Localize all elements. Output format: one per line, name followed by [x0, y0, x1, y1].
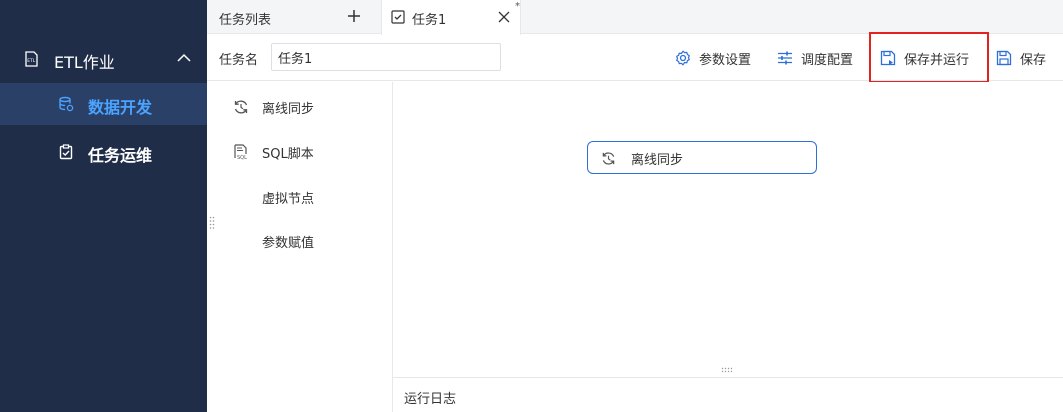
sidebar-item-label: 任务运维 — [88, 146, 153, 165]
etl-icon: ETL — [25, 51, 38, 67]
sidebar-item-data-dev[interactable]: 数据开发 — [0, 83, 207, 125]
sidebar-item-label: 数据开发 — [88, 98, 153, 117]
sliders-icon — [778, 51, 792, 65]
annotation-highlight-box — [869, 32, 989, 83]
run-log-label: 运行日志 — [404, 392, 457, 407]
node-palette: 离线同步 SQL SQL脚本 虚拟节点 参数赋值 — [207, 82, 393, 412]
sql-script-icon: SQL — [234, 144, 247, 160]
log-resize-handle[interactable] — [721, 367, 735, 373]
save-icon — [996, 50, 1012, 66]
clipboard-check-icon — [59, 144, 73, 160]
save-label: 保存 — [1020, 52, 1047, 68]
sync-icon — [234, 100, 248, 114]
palette-item-sql-script[interactable]: SQL SQL脚本 — [207, 137, 392, 167]
schedule-config-button[interactable]: 调度配置 — [777, 45, 853, 71]
run-log-panel[interactable]: 运行日志 — [393, 377, 1063, 412]
database-icon — [59, 96, 74, 112]
modified-mark: * — [515, 1, 520, 12]
params-settings-button[interactable]: 参数设置 — [675, 45, 751, 71]
save-button[interactable]: 保存 — [996, 45, 1046, 71]
sidebar-group-etl[interactable]: ETL ETL作业 — [0, 40, 207, 78]
sidebar-item-task-ops[interactable]: 任务运维 — [0, 131, 207, 173]
panel-drag-handle[interactable] — [209, 216, 215, 230]
toolbar: 任务名 参数设置 调度配置 保存并运行 保存 — [207, 32, 1063, 83]
chevron-up-icon[interactable] — [177, 53, 191, 63]
svg-text:SQL: SQL — [237, 155, 247, 160]
plus-icon[interactable] — [347, 9, 361, 23]
tab-bar: 任务列表 任务1 * — [207, 0, 1063, 35]
palette-item-offline-sync[interactable]: 离线同步 — [207, 92, 392, 122]
gear-icon — [676, 50, 690, 66]
canvas-node-offline-sync[interactable]: 离线同步 — [587, 141, 817, 174]
task-check-icon — [391, 10, 405, 24]
sync-icon — [602, 152, 615, 165]
palette-item-param-assign[interactable]: 参数赋值 — [207, 226, 392, 256]
sidebar: ETL ETL作业 数据开发 任务运维 — [0, 0, 207, 412]
sidebar-group-label: ETL作业 — [54, 53, 115, 72]
palette-item-label: 虚拟节点 — [262, 192, 315, 207]
tab-label: 任务列表 — [219, 13, 272, 28]
close-icon[interactable] — [498, 11, 510, 23]
svg-text:ETL: ETL — [27, 58, 36, 64]
schedule-config-label: 调度配置 — [801, 52, 854, 68]
tab-task1[interactable]: 任务1 * — [381, 0, 521, 35]
task-name-label: 任务名 — [219, 53, 259, 68]
params-settings-label: 参数设置 — [699, 52, 752, 68]
workflow-canvas[interactable]: 离线同步 — [393, 82, 1063, 377]
canvas-node-label: 离线同步 — [631, 153, 684, 168]
palette-item-label: 离线同步 — [262, 102, 315, 117]
tab-label: 任务1 — [412, 13, 447, 28]
palette-item-label: 参数赋值 — [262, 236, 315, 251]
palette-item-virtual-node[interactable]: 虚拟节点 — [207, 182, 392, 212]
tab-task-list[interactable]: 任务列表 — [207, 0, 380, 34]
palette-item-label: SQL脚本 — [262, 147, 314, 162]
task-name-input[interactable] — [271, 43, 501, 71]
